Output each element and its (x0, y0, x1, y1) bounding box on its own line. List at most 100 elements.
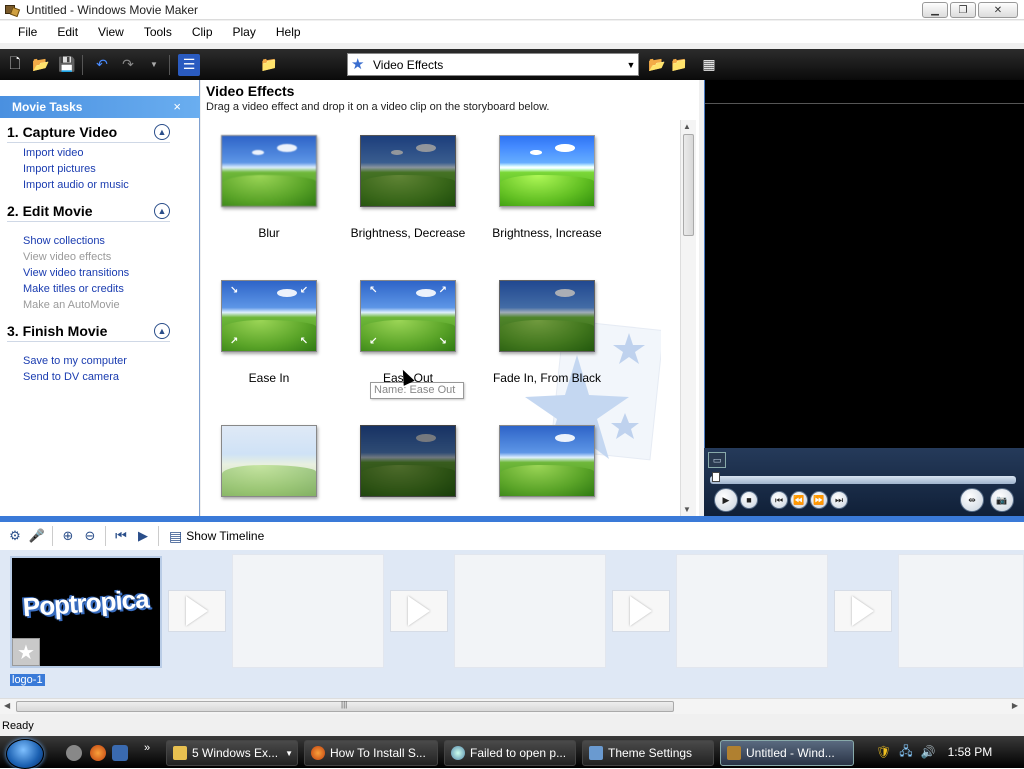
menu-view[interactable]: View (88, 25, 134, 39)
collection-select[interactable]: ★ Video Effects ▼ (347, 53, 639, 76)
transition-slot[interactable] (390, 590, 448, 632)
security-shield-icon[interactable]: 🛡 (876, 745, 891, 759)
menu-help[interactable]: Help (266, 25, 311, 39)
task-link-titles-credits[interactable]: Make titles or credits (7, 281, 199, 297)
chevron-up-icon[interactable]: ▲ (154, 203, 170, 219)
zoom-in-icon[interactable]: ⊕ (57, 526, 79, 546)
clip-slot[interactable] (454, 554, 606, 668)
task-link-import-video[interactable]: Import video (7, 145, 199, 161)
taskbar-button-failed[interactable]: Failed to open p... (444, 740, 576, 766)
scroll-up-icon[interactable]: ▲ (683, 122, 691, 131)
previous-frame-button[interactable]: ⏮ (770, 491, 788, 509)
menu-file[interactable]: File (8, 25, 47, 39)
task-section-header[interactable]: 2. Edit Movie ▲ (7, 203, 170, 222)
zoom-out-icon[interactable]: ⊖ (79, 526, 101, 546)
chevron-down-icon[interactable]: ▼ (624, 54, 638, 75)
clip-slot[interactable] (898, 554, 1024, 668)
maximize-button[interactable]: ❐ (950, 2, 976, 18)
quicklaunch-browser-icon[interactable] (66, 745, 82, 761)
seek-bar[interactable] (710, 476, 1016, 484)
clip-slot[interactable] (676, 554, 828, 668)
play-button[interactable]: ▶ (714, 488, 738, 512)
effect-thumb-brightness-decrease[interactable] (360, 135, 456, 207)
task-section-header[interactable]: 3. Finish Movie ▲ (7, 323, 170, 342)
undo-icon[interactable]: ↶ (91, 54, 113, 76)
show-timeline-button[interactable]: ▤ Show Timeline (169, 528, 264, 545)
take-picture-button[interactable]: 📷 (990, 488, 1014, 512)
stop-button[interactable]: ■ (740, 491, 758, 509)
rewind-storyboard-icon[interactable]: ⏮ (110, 526, 132, 546)
view-thumbnails-icon[interactable]: ▦ (698, 53, 720, 75)
effect-thumb-fade-in-from-black[interactable] (499, 280, 595, 352)
transition-slot[interactable] (168, 590, 226, 632)
task-link-send-dv[interactable]: Send to DV camera (7, 369, 199, 385)
set-audio-levels-icon[interactable]: ⚙ (4, 526, 26, 546)
close-button[interactable]: ✕ (978, 2, 1018, 18)
open-project-icon[interactable]: 📂 (30, 54, 52, 76)
split-clip-button[interactable]: ⇹ (960, 488, 984, 512)
effects-vertical-scrollbar[interactable]: ▲ ▼ (680, 120, 696, 516)
tasks-pane-icon[interactable]: ☰ (178, 53, 200, 76)
effect-thumb-ease-out[interactable]: ↖ ↗ ↙ ↘ (360, 280, 456, 352)
task-link-import-pictures[interactable]: Import pictures (7, 161, 199, 177)
quicklaunch-desktop-icon[interactable] (112, 745, 128, 761)
taskbar-button-moviemaker[interactable]: Untitled - Wind... (720, 740, 854, 766)
close-pane-icon[interactable]: × (173, 99, 181, 114)
up-one-level-icon[interactable]: 📂 (646, 53, 668, 75)
taskbar-button-explorer[interactable]: 5 Windows Ex... ▼ (166, 740, 298, 766)
rewind-button[interactable]: ⏪ (790, 491, 808, 509)
transition-slot[interactable] (834, 590, 892, 632)
effect-star-icon[interactable]: ★ (12, 638, 40, 666)
clip-slot[interactable] (232, 554, 384, 668)
menu-clip[interactable]: Clip (182, 25, 223, 39)
tray-clock[interactable]: 1:58 PM (948, 745, 993, 759)
split-screen-icon[interactable]: ▭ (708, 452, 726, 468)
taskbar-button-install[interactable]: How To Install S... (304, 740, 438, 766)
scroll-right-icon[interactable]: ▶ (1012, 701, 1018, 710)
network-icon[interactable]: 🖧 (899, 742, 912, 763)
effect-thumb-blur[interactable] (221, 135, 317, 207)
task-link-import-audio[interactable]: Import audio or music (7, 177, 199, 193)
scroll-down-icon[interactable]: ▼ (683, 505, 691, 514)
next-frame-button[interactable]: ⏭ (830, 491, 848, 509)
redo-icon[interactable]: ↷ (117, 54, 139, 76)
scrollbar-thumb[interactable] (683, 134, 694, 236)
storyboard-horizontal-scrollbar[interactable]: ◀ ||| ▶ (0, 698, 1024, 714)
quicklaunch-more-icon[interactable]: » (144, 742, 150, 754)
minimize-button[interactable]: ▁ (922, 2, 948, 18)
task-link-show-collections[interactable]: Show collections (7, 233, 199, 249)
new-collection-folder-icon[interactable]: 📁 (668, 53, 690, 75)
chevron-up-icon[interactable]: ▲ (154, 323, 170, 339)
start-button[interactable] (6, 739, 44, 769)
effect-thumb-film-grain[interactable] (499, 425, 595, 497)
taskbar-button-theme[interactable]: Theme Settings (582, 740, 714, 766)
menu-edit[interactable]: Edit (47, 25, 88, 39)
fast-forward-button[interactable]: ⏩ (810, 491, 828, 509)
task-section-header[interactable]: 1. Capture Video ▲ (7, 124, 170, 143)
task-link-save-computer[interactable]: Save to my computer (7, 353, 199, 369)
effect-thumb-fade[interactable] (221, 425, 317, 497)
effect-thumb-brightness-increase[interactable] (499, 135, 595, 207)
scroll-left-icon[interactable]: ◀ (4, 701, 10, 710)
task-link-view-transitions[interactable]: View video transitions (7, 265, 199, 281)
toolbar-separator (169, 54, 170, 75)
effect-thumb-fade-out[interactable] (360, 425, 456, 497)
new-project-icon[interactable]: 🗋 (4, 54, 26, 76)
seek-knob[interactable] (712, 472, 720, 482)
quicklaunch-firefox-icon[interactable] (90, 745, 106, 761)
clip-label[interactable]: logo-1 (10, 674, 45, 686)
window-title: Untitled - Windows Movie Maker (26, 2, 199, 17)
redo-dropdown-icon[interactable]: ▼ (143, 54, 165, 76)
save-project-icon[interactable]: 💾 (56, 54, 78, 76)
transition-slot[interactable] (612, 590, 670, 632)
menu-tools[interactable]: Tools (134, 25, 182, 39)
storyboard-clip[interactable]: Poptropica ★ (10, 556, 162, 668)
collections-icon[interactable] (204, 54, 254, 76)
chevron-up-icon[interactable]: ▲ (154, 124, 170, 140)
play-storyboard-icon[interactable]: ▶ (132, 526, 154, 546)
narrate-timeline-icon[interactable]: 🎤 (26, 526, 48, 546)
menu-play[interactable]: Play (223, 25, 266, 39)
effect-thumb-ease-in[interactable]: ↘ ↙ ↗ ↖ (221, 280, 317, 352)
collections-folder-icon[interactable]: 📁 (258, 54, 280, 76)
volume-icon[interactable]: 🔊 (921, 745, 936, 759)
